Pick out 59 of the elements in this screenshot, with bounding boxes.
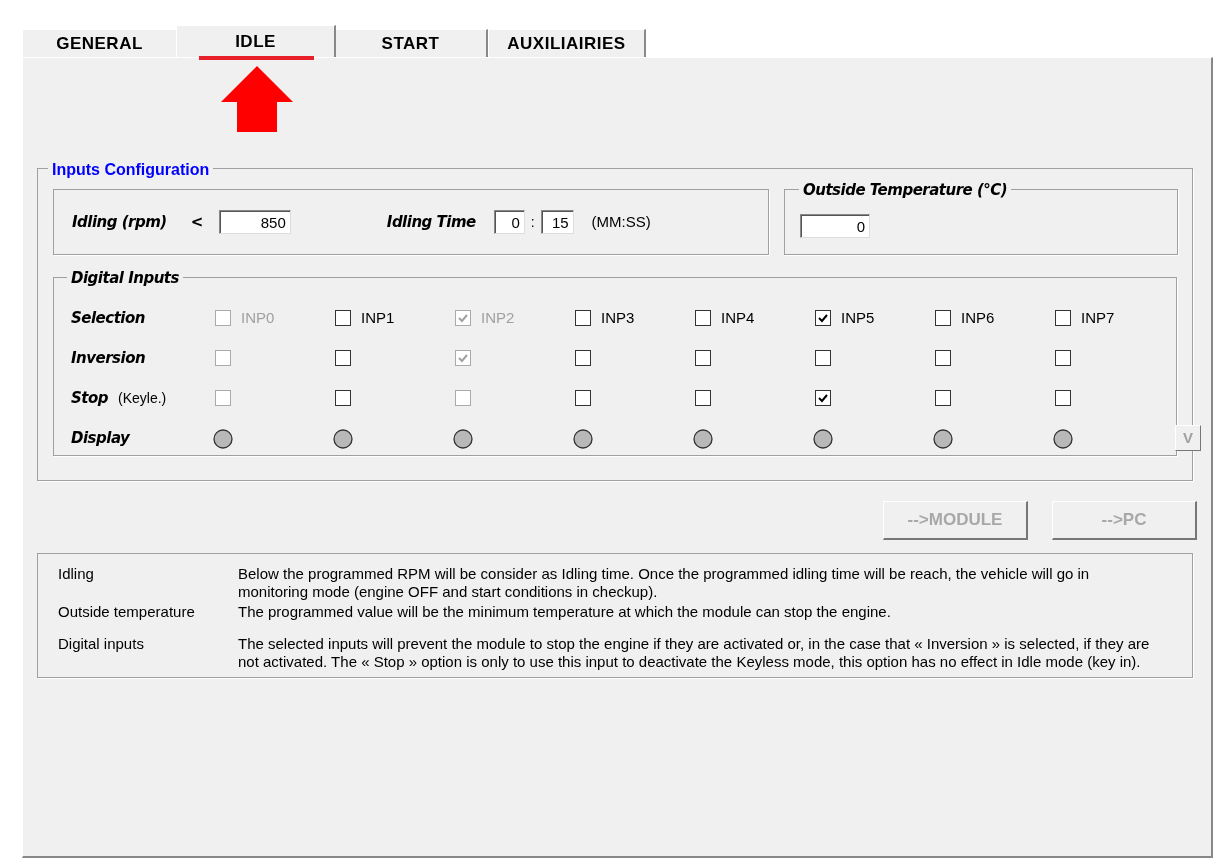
indicator-light [933,428,953,449]
checkbox-label: INP4 [721,307,755,328]
checkbox[interactable] [1055,350,1071,366]
unit-label: (MM:SS) [591,211,651,232]
minutes-field[interactable]: 0 [493,210,525,234]
checkbox[interactable] [815,350,831,366]
checkbox-label: INP2 [481,307,515,328]
indicator-light [1053,428,1073,449]
checkbox-label: INP6 [961,307,995,328]
temperature-field[interactable]: 0 [800,214,870,238]
checkbox[interactable] [935,390,951,406]
checkbox-label: INP3 [601,307,635,328]
help-term: Outside temperature [58,603,196,621]
indicator-light [573,428,593,449]
checkbox-label: INP1 [361,307,395,328]
help-term: Digital inputs [58,635,145,654]
checkbox[interactable] [1055,390,1071,406]
checkbox[interactable] [815,390,831,406]
tab[interactable]: GENERAL [22,29,178,57]
checkbox[interactable] [335,390,351,406]
tab[interactable]: START [334,29,488,57]
row-label: Selection [71,307,145,329]
checkbox-label: INP7 [1081,307,1115,328]
checkbox[interactable] [335,350,351,366]
checkbox[interactable] [935,350,951,366]
checkbox-label: INP0 [241,307,275,328]
checkbox[interactable] [1055,310,1071,326]
help-term: Idling [58,565,95,584]
row-label: Display [71,428,130,447]
checkbox[interactable] [575,390,591,406]
separator-label: : [530,212,535,232]
field-label: Idling Time [386,211,476,233]
indicator-light [333,428,353,449]
indicator-light [813,428,833,449]
up-arrow [221,66,293,132]
help-text: The selected inputs will prevent the module to stop the engine if they are activated or, in the case that « Inversion » is selected, if they are not activated. The « Stop » option is only to use this input to deactivate the Keyless mode, this option has no effect in Idle mode (key in). [238,635,1151,671]
checkbox[interactable] [335,310,351,326]
tab[interactable]: IDLE [176,25,336,57]
row-label: Inversion [71,347,146,369]
help-text: Below the programmed RPM will be consider as Idling time. Once the programmed idling time will be reach, the vehicle will go in monitoring mode (engine OFF and start conditions in checkup). [238,565,1091,601]
row-label: Stop [71,387,109,409]
row-note: (Keyle.) [118,388,167,408]
seconds-field[interactable]: 15 [540,210,574,234]
checkbox[interactable] [695,390,711,406]
indicator-light [693,428,713,449]
field-label: Idling (rpm) [72,211,167,233]
rpm-field[interactable]: 850 [218,210,291,234]
operator-label: < [190,211,203,233]
indicator-light [213,428,233,449]
checkbox[interactable] [935,310,951,326]
checkbox[interactable] [575,350,591,366]
checkbox[interactable] [695,350,711,366]
tab[interactable]: AUXILIAIRIES [488,29,646,57]
help-text: The programmed value will be the minimum temperature at which the module can stop the engine. [238,603,892,621]
checkbox[interactable] [695,310,711,326]
checkbox-label: INP5 [841,307,875,328]
checkbox[interactable] [575,310,591,326]
indicator-light [453,428,473,449]
checkbox[interactable] [815,310,831,326]
